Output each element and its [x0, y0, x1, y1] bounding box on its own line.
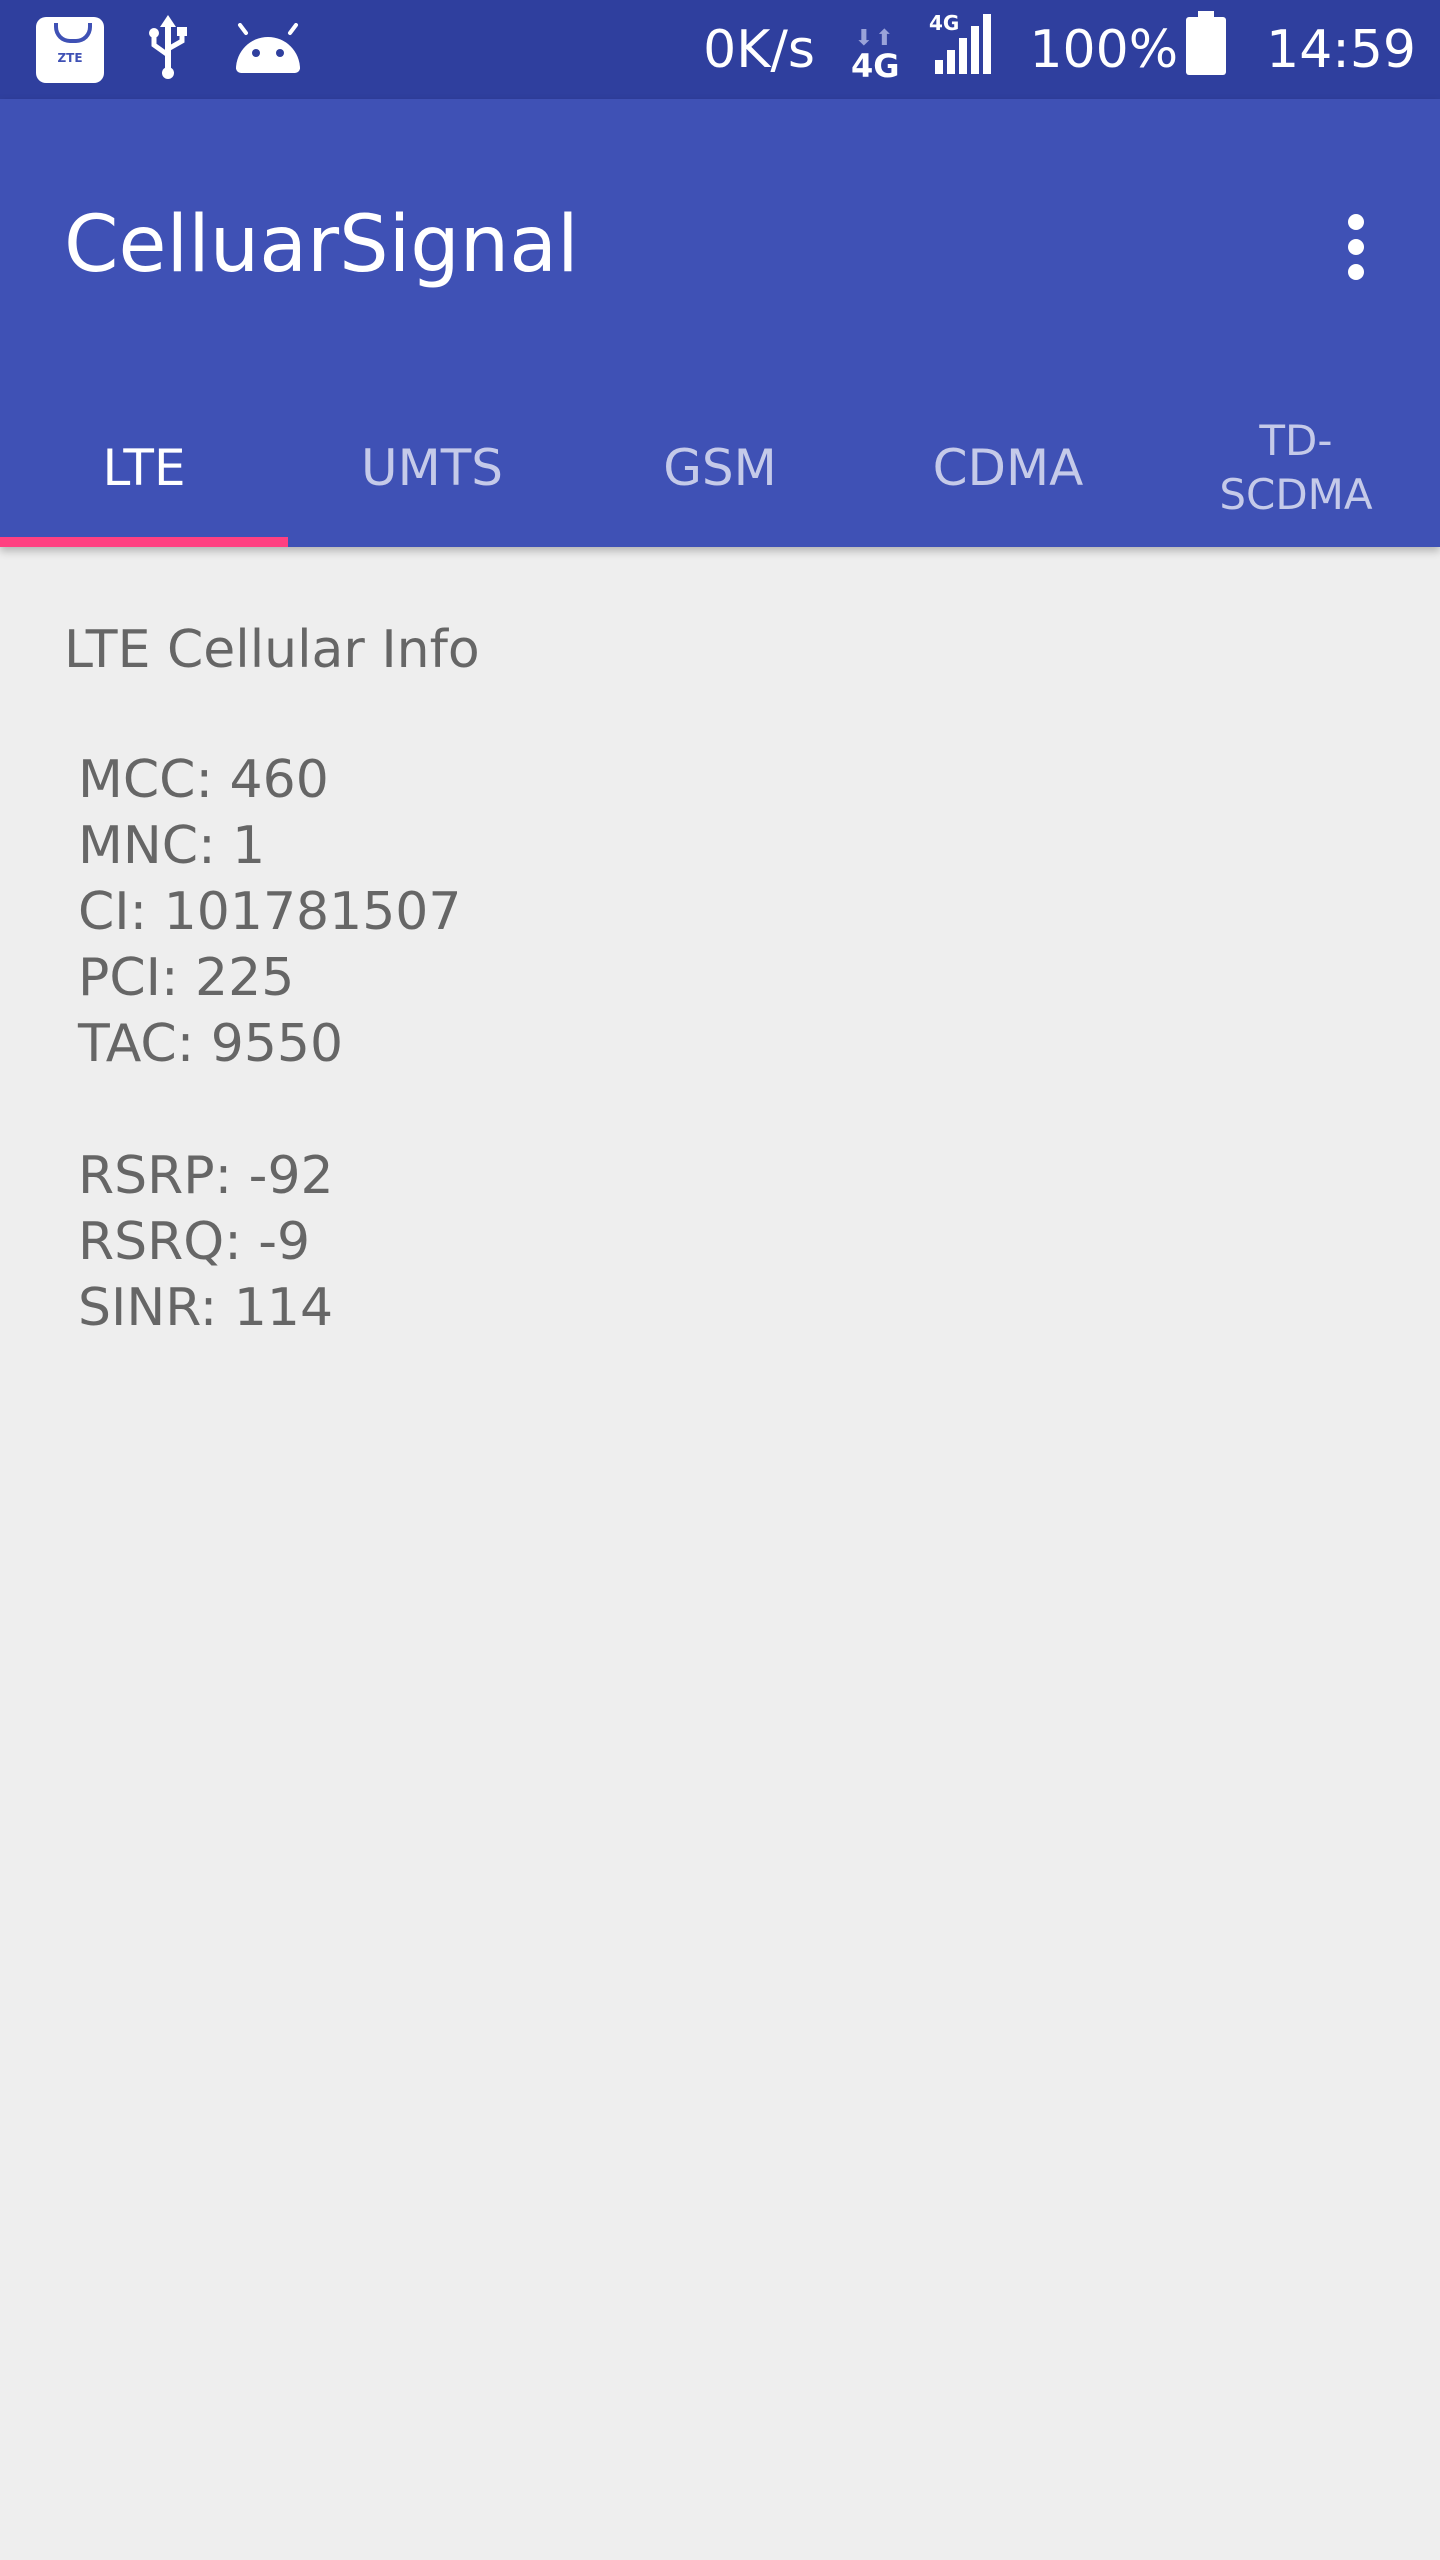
pci-value: PCI: 225 [78, 948, 295, 1008]
section-title: LTE Cellular Info [64, 620, 480, 680]
tab-gsm[interactable]: GSM [576, 389, 864, 547]
tab-lte[interactable]: LTE [0, 389, 288, 547]
more-vert-icon [1346, 214, 1366, 284]
tab-td-scdma[interactable]: TD- SCDMA [1152, 389, 1440, 547]
tab-cdma[interactable]: CDMA [864, 389, 1152, 547]
tab-indicator [0, 537, 288, 547]
tab-label: GSM [663, 439, 777, 497]
mcc-value: MCC: 460 [78, 750, 329, 810]
battery-icon [1186, 11, 1227, 88]
tac-value: TAC: 9550 [78, 1014, 344, 1074]
sinr-value: SINR: 114 [78, 1278, 334, 1338]
tab-umts[interactable]: UMTS [288, 389, 576, 547]
status-bar: ZTE 0K/s ⬇⬆ 4G 4G 100% 14:59 [0, 0, 1440, 99]
network-type-indicator: ⬇⬆ 4G [851, 18, 900, 82]
system-indicators: 0K/s ⬇⬆ 4G 4G 100% 14:59 [703, 0, 1416, 99]
app-title: CelluarSignal [64, 200, 579, 290]
tab-label: CDMA [932, 439, 1084, 497]
mnc-value: MNC: 1 [78, 816, 266, 876]
clock: 14:59 [1266, 19, 1416, 80]
network-type-label: 4G [850, 46, 900, 85]
rsrq-value: RSRQ: -9 [78, 1212, 311, 1272]
rsrp-value: RSRP: -92 [78, 1146, 334, 1206]
zte-label: ZTE [57, 51, 83, 65]
android-debug-icon [232, 23, 304, 77]
net-speed: 0K/s [703, 19, 815, 80]
app-bar: CelluarSignal LTE UMTS GSM CDMA TD- SCDM… [0, 99, 1440, 547]
tab-label: UMTS [360, 439, 504, 497]
overflow-menu-button[interactable] [1306, 199, 1406, 299]
zte-app-icon: ZTE [36, 17, 104, 83]
notification-icons: ZTE [36, 15, 304, 85]
tab-label: TD- SCDMA [1219, 416, 1373, 519]
signal-network-label: 4G [929, 12, 959, 35]
ci-value: CI: 101781507 [78, 882, 462, 942]
usb-icon [144, 15, 192, 85]
tab-label: LTE [102, 439, 186, 497]
battery-percent: 100% [1029, 19, 1179, 80]
lte-info-panel: LTE Cellular Info MCC: 460 MNC: 1 CI: 10… [0, 547, 1440, 2560]
signal-icon: 4G [929, 11, 995, 87]
tab-bar: LTE UMTS GSM CDMA TD- SCDMA [0, 389, 1440, 547]
cell-info-block: MCC: 460 MNC: 1 CI: 101781507 PCI: 225 T… [78, 747, 461, 1341]
